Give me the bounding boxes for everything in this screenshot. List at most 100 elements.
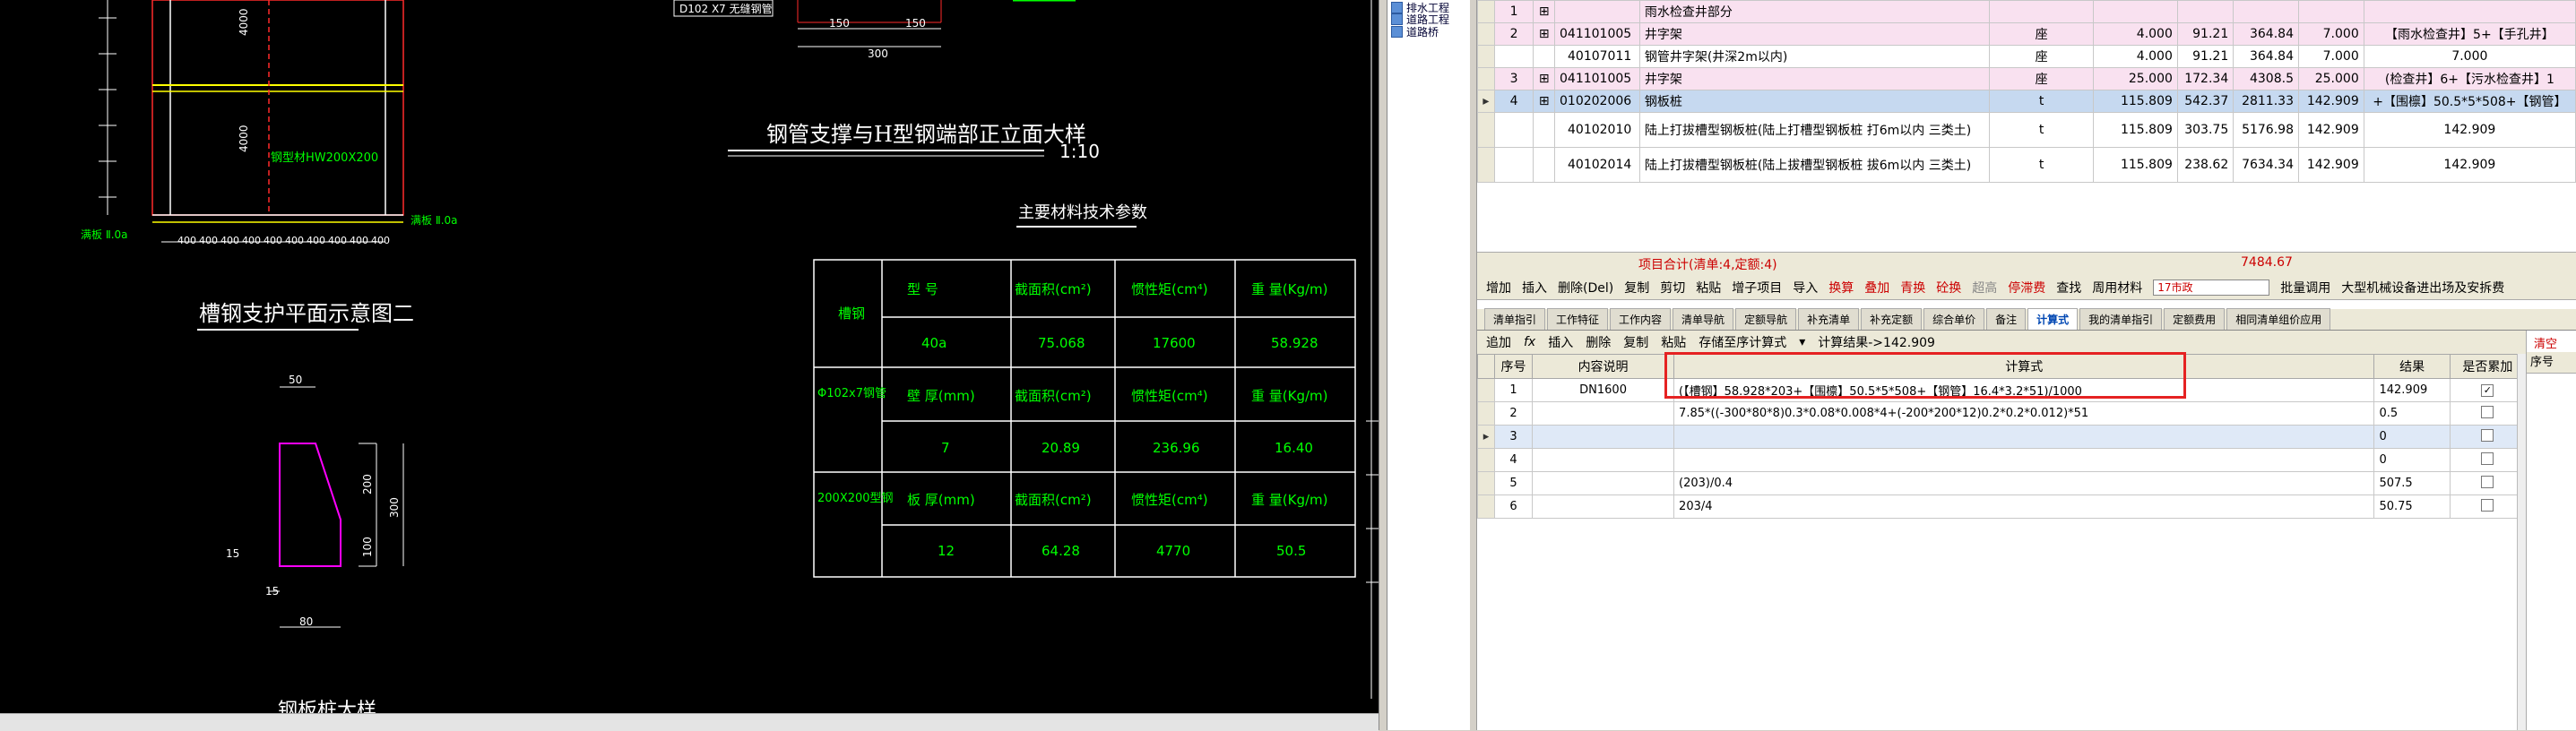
large-machinery-button[interactable]: 大型机械设备进出场及安拆费 <box>2341 279 2504 297</box>
formula-desc[interactable] <box>1532 448 1675 472</box>
delete-button[interactable]: 删除(Del) <box>1558 279 1613 297</box>
bill-row[interactable]: 40102014 陆上打拔槽型钢板桩(陆上拔槽型钢板桩 拔6m以内 三类土) t 11… <box>1477 147 2576 183</box>
tree-splitter[interactable] <box>1470 0 1477 730</box>
copy-button[interactable]: 复制 <box>1624 279 1649 297</box>
tab-2[interactable]: 工作内容 <box>1610 308 1672 330</box>
expand-icon[interactable] <box>1533 112 1555 148</box>
expand-icon[interactable]: ⊞ <box>1533 67 1555 90</box>
tab-8[interactable]: 备注 <box>1986 308 2027 330</box>
insert-row-button[interactable]: 插入 <box>1548 333 1573 351</box>
tab-4[interactable]: 定额导航 <box>1735 308 1797 330</box>
side-pane: 清空 序号 <box>2526 331 2576 730</box>
delete-row-button[interactable]: 删除 <box>1586 333 1611 351</box>
accumulate-checkbox-cell[interactable] <box>2449 425 2527 449</box>
insert-button[interactable]: 插入 <box>1522 279 1547 297</box>
bill-row[interactable]: 40107011 钢管井字架(井深2m以内) 座 4.000 91.21 364.84 7.… <box>1477 45 2576 68</box>
accumulate-checkbox[interactable] <box>2481 452 2494 465</box>
row-indicator <box>1477 401 1495 426</box>
tab-3[interactable]: 清单导航 <box>1673 308 1734 330</box>
formula-expression[interactable]: (203)/0.4 <box>1673 471 2375 495</box>
row-qty: 4.000 <box>2093 22 2178 46</box>
import-button[interactable]: 导入 <box>1793 279 1818 297</box>
tab-0[interactable]: 清单指引 <box>1484 308 1546 330</box>
cad-horizontal-scrollbar[interactable] <box>0 713 1379 731</box>
overlay-button[interactable]: 叠加 <box>1864 279 1889 297</box>
tab-11[interactable]: 定额费用 <box>2164 308 2226 330</box>
accumulate-checkbox-cell[interactable] <box>2449 448 2527 472</box>
folder-icon <box>1391 13 1403 25</box>
accumulate-checkbox[interactable]: ✓ <box>2481 384 2494 397</box>
height-button[interactable]: 超高 <box>1972 279 1997 297</box>
splitter[interactable] <box>1379 0 1387 730</box>
add-subitem-button[interactable]: 增子项目 <box>1732 279 1782 297</box>
quota-combo[interactable]: 17市政 <box>2153 279 2270 296</box>
bill-row[interactable]: 40102010 陆上打拔槽型钢板桩(陆上打槽型钢板桩 打6m以内 三类土) t 11… <box>1477 112 2576 148</box>
mat-r2-v2: 20.89 <box>1042 440 1080 456</box>
paste-button[interactable]: 粘贴 <box>1696 279 1721 297</box>
formula-expression[interactable] <box>1673 448 2375 472</box>
mat-r1-c4: 重 量(Kg/m) <box>1251 281 1328 297</box>
accumulate-checkbox[interactable] <box>2481 498 2494 512</box>
tab-5[interactable]: 补充清单 <box>1798 308 1860 330</box>
formula-expression[interactable]: 203/4 <box>1673 494 2375 519</box>
accumulate-checkbox[interactable] <box>2481 428 2494 442</box>
idle-fee-button[interactable]: 停滞费 <box>2008 279 2045 297</box>
tab-10[interactable]: 我的清单指引 <box>2079 308 2163 330</box>
project-tree[interactable]: 排水工程 道路工程 道路桥 <box>1387 0 1477 730</box>
row-unit: 座 <box>1988 22 2095 46</box>
accumulate-checkbox[interactable] <box>2481 475 2494 488</box>
store-formula-button[interactable]: 存储至序计算式 <box>1699 333 1786 351</box>
copy-row-button[interactable]: 复制 <box>1623 333 1648 351</box>
common-material-button[interactable]: 周用材料 <box>2092 279 2142 297</box>
bill-row[interactable]: 3 ⊞ 041101005 井字架座 25.000 172.34 4308.5 25.000(… <box>1477 67 2576 90</box>
paste-row-button[interactable]: 粘贴 <box>1661 333 1686 351</box>
expand-icon[interactable] <box>1533 147 1555 183</box>
fx-icon[interactable]: fx <box>1524 335 1535 349</box>
accumulate-checkbox-cell[interactable] <box>2449 401 2527 426</box>
expand-icon[interactable]: ⊞ <box>1533 22 1555 46</box>
tree-item-2[interactable]: 道路桥 <box>1391 24 1439 39</box>
formula-row[interactable]: 40 <box>1477 448 2527 472</box>
tab-9[interactable]: 计算式 <box>2027 308 2079 330</box>
clear-button[interactable]: 清空 <box>2534 334 2557 351</box>
bill-items-table: 1 ⊞ 雨水检查井部分 2 ⊞ 041101005 井字架座 4.000 91.21 364.84… <box>1477 0 2576 183</box>
expand-icon[interactable] <box>1533 45 1555 68</box>
cad-drawing-viewport[interactable]: 400 400 400 400 400 400 400 400 400 400 … <box>0 0 1379 730</box>
formula-row[interactable]: 2 7.85*((-300*80*8)0.3*0.08*0.008*4+(-200… <box>1477 401 2527 426</box>
convert-button[interactable]: 换算 <box>1828 279 1854 297</box>
add-button[interactable]: 增加 <box>1486 279 1511 297</box>
formula-row[interactable]: 6 203/4 50.75 <box>1477 494 2527 519</box>
concrete-swap-button[interactable]: 砼换 <box>1936 279 1961 297</box>
asphalt-swap-button[interactable]: 青换 <box>1900 279 1925 297</box>
bill-row[interactable]: 2 ⊞ 041101005 井字架座 4.000 91.21 364.84 7.000 【雨水检… <box>1477 22 2576 46</box>
cut-button[interactable]: 剪切 <box>1660 279 1685 297</box>
header-accumulate: 是否累加 <box>2449 354 2527 379</box>
formula-desc[interactable] <box>1532 425 1675 449</box>
find-button[interactable]: 查找 <box>2056 279 2081 297</box>
batch-call-button[interactable]: 批量调用 <box>2280 279 2330 297</box>
bill-row[interactable]: 1 ⊞ 雨水检查井部分 <box>1477 0 2576 23</box>
expand-icon[interactable]: ⊞ <box>1533 0 1555 23</box>
tab-12[interactable]: 相同清单组价应用 <box>2226 308 2331 330</box>
formula-desc[interactable] <box>1532 401 1675 426</box>
formula-expression[interactable]: 7.85*((-300*80*8)0.3*0.08*0.008*4+(-200*… <box>1673 401 2375 426</box>
bill-row[interactable]: ▸ 4 ⊞ 010202006 钢板桩 t 115.809 542.37 2811.33 142.… <box>1477 90 2576 113</box>
formula-desc[interactable] <box>1532 471 1675 495</box>
accumulate-checkbox[interactable] <box>2481 405 2494 418</box>
formula-row[interactable]: 5 (203)/0.4 507.5 <box>1477 471 2527 495</box>
accumulate-checkbox-cell[interactable] <box>2449 471 2527 495</box>
tab-7[interactable]: 综合单价 <box>1923 308 1985 330</box>
accumulate-checkbox-cell[interactable]: ✓ <box>2449 378 2527 402</box>
formula-row[interactable]: ▸ 3 0 <box>1477 425 2527 449</box>
formula-desc[interactable] <box>1532 494 1675 519</box>
accumulate-checkbox-cell[interactable] <box>2449 494 2527 519</box>
tab-6[interactable]: 补充定额 <box>1861 308 1923 330</box>
row-indicator: ▸ <box>1477 425 1495 449</box>
formula-expression[interactable] <box>1673 425 2375 449</box>
dropdown-arrow-icon[interactable]: ▾ <box>1799 335 1805 349</box>
append-button[interactable]: 追加 <box>1486 333 1511 351</box>
expand-icon[interactable]: ⊞ <box>1533 90 1555 113</box>
tab-1[interactable]: 工作特征 <box>1547 308 1609 330</box>
formula-desc[interactable]: DN1600 <box>1532 378 1675 402</box>
row-seq: 3 <box>1493 67 1534 90</box>
